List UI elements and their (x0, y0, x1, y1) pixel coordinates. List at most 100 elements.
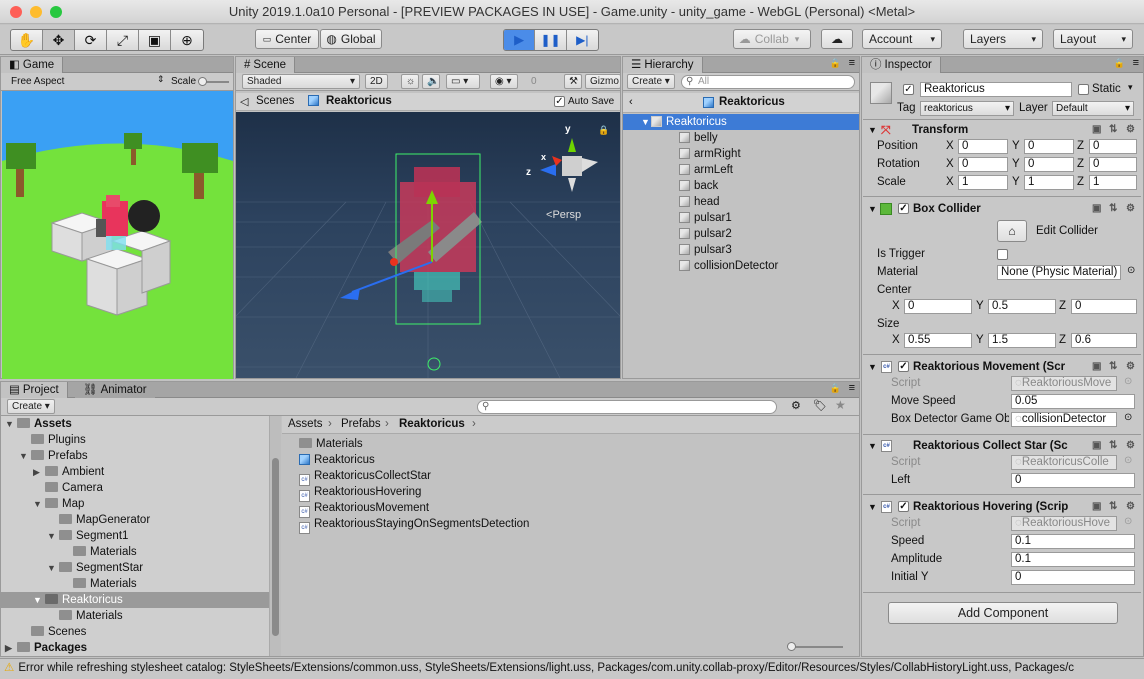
center-y-field[interactable]: 0.5 (988, 299, 1056, 314)
status-bar[interactable]: ⚠ Error while refreshing stylesheet catal… (0, 658, 1144, 679)
folder-segment1[interactable]: ▼ Segment1 (1, 528, 269, 544)
center-x-field[interactable]: 0 (904, 299, 972, 314)
audio-toggle-icon[interactable]: 🔈 (422, 74, 440, 89)
hovering-script-header[interactable]: ▼ c# ✓ Reaktorious Hovering (Scrip ▣ ⇅ ⚙ (863, 498, 1141, 516)
scenes-back-icon[interactable]: ◁ (240, 95, 248, 108)
project-lock-icon[interactable]: 🔒 (830, 383, 841, 394)
size-y-field[interactable]: 1.5 (988, 333, 1056, 348)
hierarchy-item[interactable]: collisionDetector (623, 258, 859, 274)
back-chevron-icon[interactable]: ‹ (629, 96, 633, 108)
tools-icon[interactable]: ⚒ (564, 74, 582, 89)
rotation-x-field[interactable]: 0 (958, 157, 1008, 172)
favorites-star-icon[interactable]: ★ (835, 398, 846, 412)
movement-enabled-checkbox[interactable]: ✓ (898, 361, 909, 372)
rotation-z-field[interactable]: 0 (1089, 157, 1137, 172)
persp-label[interactable]: <Persp (546, 209, 581, 221)
file-item-script[interactable]: c# ReaktoricusCollectStar (299, 468, 839, 486)
layer-dropdown[interactable]: Default ▾ (1052, 101, 1134, 116)
breadcrumb-prefabs[interactable]: Prefabs (341, 417, 381, 432)
size-z-field[interactable]: 0.6 (1071, 333, 1137, 348)
gizmos-dropdown[interactable]: Gizmo (585, 74, 621, 89)
folder-ambient[interactable]: ▶ Ambient (1, 464, 269, 480)
folder-map[interactable]: ▼ Map (1, 496, 269, 512)
file-item-script[interactable]: c# ReaktoriousStayingOnSegmentsDetection (299, 516, 839, 534)
folder-scenes[interactable]: Scenes (1, 624, 269, 640)
static-checkbox[interactable] (1078, 84, 1089, 95)
folder-segment1-materials[interactable]: Materials (1, 544, 269, 560)
file-item-script[interactable]: c# ReaktoriousMovement (299, 500, 839, 518)
speed-field[interactable]: 0.1 (1011, 534, 1135, 549)
breadcrumb-assets[interactable]: Assets (288, 417, 323, 432)
folder-prefabs[interactable]: ▼ Prefabs (1, 448, 269, 464)
folder-mapgenerator[interactable]: MapGenerator (1, 512, 269, 528)
detector-picker-icon[interactable]: ⊙ (1124, 412, 1132, 423)
cloud-services-icon[interactable]: ☁ (821, 29, 853, 49)
aspect-dropdown[interactable]: Free Aspect (11, 74, 64, 89)
autosave-checkbox[interactable]: ✓ (554, 96, 565, 107)
scale-tool-icon[interactable]: ⤢ (107, 30, 139, 50)
minimize-window-button[interactable] (30, 6, 42, 18)
gizmo-lock-icon[interactable]: 🔒 (598, 125, 609, 135)
project-menu-icon[interactable]: ≡ (849, 382, 855, 394)
rect-tool-icon[interactable]: ▣ (139, 30, 171, 50)
scale-y-field[interactable]: 1 (1024, 175, 1074, 190)
position-x-field[interactable]: 0 (958, 139, 1008, 154)
scrollbar-thumb[interactable] (272, 458, 279, 636)
add-component-button[interactable]: Add Component (888, 602, 1118, 624)
account-dropdown[interactable]: Account ▾ (862, 29, 942, 49)
hierarchy-menu-icon[interactable]: ≡ (849, 57, 855, 69)
layers-dropdown[interactable]: Layers ▾ (963, 29, 1043, 49)
close-window-button[interactable] (10, 6, 22, 18)
transform-tool-icon[interactable]: ⊕ (171, 30, 203, 50)
lighting-toggle-icon[interactable]: ☼ (401, 74, 419, 89)
rotation-y-field[interactable]: 0 (1024, 157, 1074, 172)
hierarchy-item[interactable]: armRight (623, 146, 859, 162)
hierarchy-item[interactable]: pulsar1 (623, 210, 859, 226)
center-z-field[interactable]: 0 (1071, 299, 1137, 314)
scale-z-field[interactable]: 1 (1089, 175, 1137, 190)
hierarchy-item[interactable]: pulsar3 (623, 242, 859, 258)
folder-reaktoricus[interactable]: ▼ Reaktoricus (1, 592, 269, 608)
rotate-tool-icon[interactable]: ⟳ (75, 30, 107, 50)
game-viewport[interactable] (2, 91, 233, 379)
active-checkbox[interactable]: ✓ (903, 84, 914, 95)
scale-slider-handle[interactable] (198, 77, 207, 86)
icon-size-slider[interactable] (789, 646, 843, 648)
folder-assets[interactable]: ▼ Assets (1, 416, 269, 432)
box-collider-enabled-checkbox[interactable]: ✓ (898, 203, 909, 214)
move-tool-icon[interactable]: ✥ (43, 30, 75, 50)
tab-game[interactable]: ◧ Game (1, 57, 64, 73)
position-y-field[interactable]: 0 (1024, 139, 1074, 154)
scale-x-field[interactable]: 1 (958, 175, 1008, 190)
object-picker-icon[interactable]: ⊙ (1127, 265, 1135, 276)
pivot-center-button[interactable]: ▭ Center (255, 29, 319, 49)
box-collider-header[interactable]: ▼ ✓ Box Collider ▣ ⇅ ⚙ (863, 200, 1141, 218)
inspector-menu-icon[interactable]: ≡ (1133, 57, 1139, 69)
collab-dropdown[interactable]: ☁ Collab ▾ (733, 29, 811, 49)
edit-collider-button[interactable]: ⌂ (997, 220, 1027, 242)
file-item-script[interactable]: c# ReaktoriousHovering (299, 484, 839, 502)
position-z-field[interactable]: 0 (1089, 139, 1137, 154)
hovering-enabled-checkbox[interactable]: ✓ (898, 501, 909, 512)
tab-inspector[interactable]: ⓘ Inspector (862, 57, 941, 73)
folder-segmentstar[interactable]: ▼ SegmentStar (1, 560, 269, 576)
hierarchy-create-dropdown[interactable]: Create ▾ (627, 74, 675, 89)
tab-animator[interactable]: ⛓ Animator (75, 382, 155, 398)
object-name-field[interactable]: Reaktoricus (920, 82, 1072, 97)
pivot-global-button[interactable]: ◍ Global (320, 29, 382, 49)
movement-script-header[interactable]: ▼ c# ✓ Reaktorious Movement (Scr ▣ ⇅ ⚙ (863, 358, 1141, 376)
collect-script-header[interactable]: ▼ c# Reaktorious Collect Star (Sc ▣ ⇅ ⚙ (863, 437, 1141, 455)
project-tree-scrollbar[interactable] (269, 416, 281, 656)
project-create-dropdown[interactable]: Create ▾ (7, 399, 55, 414)
file-item-materials[interactable]: Materials (299, 436, 839, 452)
hand-tool-icon[interactable]: ✋ (11, 30, 43, 50)
folder-camera[interactable]: Camera (1, 480, 269, 496)
folder-segmentstar-materials[interactable]: Materials (1, 576, 269, 592)
hierarchy-item[interactable]: pulsar2 (623, 226, 859, 242)
box-detector-field[interactable]: ◌collisionDetector (1011, 412, 1117, 427)
hierarchy-item[interactable]: back (623, 178, 859, 194)
material-field[interactable]: None (Physic Material) (997, 265, 1121, 280)
scene-viewport[interactable]: y z x <Persp 🔒 (236, 112, 620, 378)
scene-visibility-icon[interactable]: ◉ ▾ (490, 74, 518, 89)
tab-scene[interactable]: # Scene (236, 57, 296, 73)
